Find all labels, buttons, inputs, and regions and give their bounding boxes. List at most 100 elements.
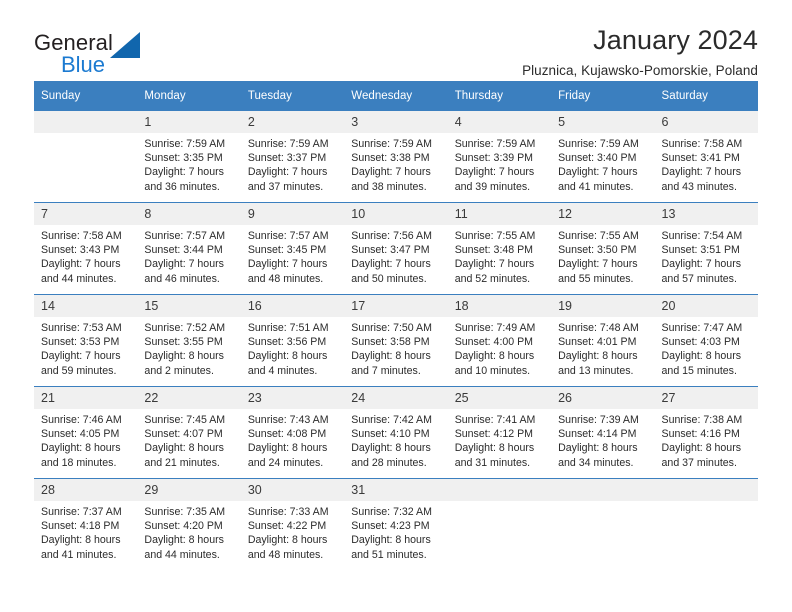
calendar-day-cell[interactable]: 18 Sunrise: 7:49 AM Sunset: 4:00 PM Dayligh… bbox=[447, 294, 552, 387]
page-subtitle: Pluznica, Kujawsko-Pomorskie, Poland bbox=[522, 63, 758, 79]
weekday-header-friday: Friday bbox=[551, 81, 655, 111]
calendar-day-cell[interactable]: 6 Sunrise: 7:58 AM Sunset: 3:41 PM Daylight… bbox=[654, 110, 758, 203]
calendar-week-row: 14 Sunrise: 7:53 AM Sunset: 3:53 PM Dayligh… bbox=[34, 294, 758, 387]
daylight-text-line1: Daylight: 8 hours bbox=[247, 350, 328, 363]
weekday-header-tuesday: Tuesday bbox=[240, 81, 345, 111]
sunrise-text: Sunrise: 7:57 AM bbox=[247, 230, 329, 242]
day-number: 13 bbox=[654, 203, 758, 225]
weekday-header-thursday: Thursday bbox=[447, 81, 552, 111]
sunrise-text: Sunrise: 7:52 AM bbox=[144, 322, 226, 334]
day-number: 18 bbox=[447, 295, 552, 317]
calendar-day-cell[interactable]: 17 Sunrise: 7:50 AM Sunset: 3:58 PM Dayligh… bbox=[344, 294, 448, 387]
daylight-text-line1: Daylight: 8 hours bbox=[144, 534, 224, 547]
sunset-text: Sunset: 4:23 PM bbox=[351, 520, 430, 533]
day-number: 21 bbox=[34, 387, 138, 409]
calendar-day-cell[interactable]: 12 Sunrise: 7:55 AM Sunset: 3:50 PM Dayligh… bbox=[551, 202, 655, 295]
sunset-text: Sunset: 3:58 PM bbox=[351, 336, 430, 349]
calendar-day-cell[interactable]: 13 Sunrise: 7:54 AM Sunset: 3:51 PM Dayligh… bbox=[654, 202, 758, 295]
calendar-day-cell[interactable]: 7 Sunrise: 7:58 AM Sunset: 3:43 PM Daylight… bbox=[34, 202, 138, 295]
daylight-text-line1: Daylight: 7 hours bbox=[454, 258, 535, 271]
day-details: Sunrise: 7:52 AM Sunset: 3:55 PM Daylight:… bbox=[137, 317, 240, 378]
sunrise-text: Sunrise: 7:45 AM bbox=[144, 414, 226, 426]
daylight-text-line2: and 7 minutes. bbox=[351, 364, 421, 377]
calendar-day-cell[interactable]: 10 Sunrise: 7:56 AM Sunset: 3:47 PM Dayligh… bbox=[344, 202, 448, 295]
calendar-header-row: Sunday Monday Tuesday Wednesday Thursday… bbox=[34, 81, 758, 111]
calendar-day-cell[interactable]: 5 Sunrise: 7:59 AM Sunset: 3:40 PM Daylight… bbox=[551, 110, 655, 203]
calendar-day-cell[interactable]: 27 Sunrise: 7:38 AM Sunset: 4:16 PM Dayligh… bbox=[654, 386, 758, 479]
calendar-day-cell[interactable]: 14 Sunrise: 7:53 AM Sunset: 3:53 PM Dayligh… bbox=[34, 294, 138, 387]
day-details: Sunrise: 7:59 AM Sunset: 3:37 PM Daylight:… bbox=[241, 133, 344, 194]
day-number: 20 bbox=[654, 295, 758, 317]
sunset-text: Sunset: 3:50 PM bbox=[558, 244, 637, 257]
calendar-cell-empty bbox=[654, 478, 758, 570]
calendar-day-cell[interactable]: 16 Sunrise: 7:51 AM Sunset: 3:56 PM Dayligh… bbox=[240, 294, 345, 387]
day-number: 11 bbox=[447, 203, 552, 225]
calendar-day-cell[interactable]: 1 Sunrise: 7:59 AM Sunset: 3:35 PM Daylight… bbox=[137, 110, 241, 203]
sunset-text: Sunset: 4:20 PM bbox=[144, 520, 223, 533]
day-number: 28 bbox=[34, 479, 138, 501]
sunset-text: Sunset: 3:47 PM bbox=[351, 244, 430, 257]
calendar-day-cell[interactable]: 11 Sunrise: 7:55 AM Sunset: 3:48 PM Dayligh… bbox=[447, 202, 552, 295]
daylight-text-line2: and 21 minutes. bbox=[144, 456, 220, 469]
calendar-day-cell[interactable]: 25 Sunrise: 7:41 AM Sunset: 4:12 PM Dayligh… bbox=[447, 386, 552, 479]
general-blue-logo[interactable]: General Blue bbox=[34, 26, 154, 82]
day-details: Sunrise: 7:41 AM Sunset: 4:12 PM Daylight:… bbox=[448, 409, 551, 470]
weekday-header-row: Sunday Monday Tuesday Wednesday Thursday… bbox=[34, 81, 758, 111]
daylight-text-line1: Daylight: 8 hours bbox=[661, 442, 742, 455]
calendar-day-cell[interactable]: 22 Sunrise: 7:45 AM Sunset: 4:07 PM Dayligh… bbox=[137, 386, 241, 479]
day-number: 31 bbox=[344, 479, 448, 501]
daylight-text-line1: Daylight: 8 hours bbox=[144, 442, 224, 455]
calendar-day-cell[interactable]: 8 Sunrise: 7:57 AM Sunset: 3:44 PM Daylight… bbox=[137, 202, 241, 295]
calendar-day-cell[interactable]: 29 Sunrise: 7:35 AM Sunset: 4:20 PM Dayligh… bbox=[137, 478, 241, 570]
calendar-day-cell[interactable]: 9 Sunrise: 7:57 AM Sunset: 3:45 PM Daylight… bbox=[240, 202, 345, 295]
sunset-text: Sunset: 3:41 PM bbox=[661, 152, 740, 165]
sunset-text: Sunset: 3:51 PM bbox=[661, 244, 740, 257]
daylight-text-line1: Daylight: 7 hours bbox=[247, 258, 328, 271]
weekday-header-monday: Monday bbox=[137, 81, 241, 111]
calendar-day-cell[interactable]: 15 Sunrise: 7:52 AM Sunset: 3:55 PM Dayligh… bbox=[137, 294, 241, 387]
calendar-day-cell[interactable]: 23 Sunrise: 7:43 AM Sunset: 4:08 PM Dayligh… bbox=[240, 386, 345, 479]
sunrise-text: Sunrise: 7:48 AM bbox=[558, 322, 639, 334]
daylight-text-line2: and 10 minutes. bbox=[454, 364, 531, 377]
sunrise-text: Sunrise: 7:56 AM bbox=[351, 230, 432, 242]
sunset-text: Sunset: 3:43 PM bbox=[41, 244, 120, 257]
daylight-text-line2: and 52 minutes. bbox=[454, 272, 531, 285]
calendar-day-cell[interactable]: 26 Sunrise: 7:39 AM Sunset: 4:14 PM Dayligh… bbox=[551, 386, 655, 479]
daylight-text-line1: Daylight: 8 hours bbox=[351, 534, 431, 547]
sunrise-text: Sunrise: 7:53 AM bbox=[41, 322, 122, 334]
day-number: 6 bbox=[654, 111, 758, 133]
day-details: Sunrise: 7:43 AM Sunset: 4:08 PM Daylight:… bbox=[241, 409, 344, 470]
day-number: 30 bbox=[240, 479, 345, 501]
calendar-week-row: 21 Sunrise: 7:46 AM Sunset: 4:05 PM Dayligh… bbox=[34, 386, 758, 479]
calendar-day-cell[interactable]: 21 Sunrise: 7:46 AM Sunset: 4:05 PM Dayligh… bbox=[34, 386, 138, 479]
day-number: 1 bbox=[137, 111, 241, 133]
daylight-text-line1: Daylight: 7 hours bbox=[41, 350, 121, 363]
day-details: Sunrise: 7:58 AM Sunset: 3:43 PM Daylight:… bbox=[34, 225, 137, 286]
day-details: Sunrise: 7:55 AM Sunset: 3:48 PM Daylight:… bbox=[448, 225, 551, 286]
calendar-day-cell[interactable]: 2 Sunrise: 7:59 AM Sunset: 3:37 PM Daylight… bbox=[240, 110, 345, 203]
calendar-day-cell[interactable]: 28 Sunrise: 7:37 AM Sunset: 4:18 PM Dayligh… bbox=[34, 478, 138, 570]
calendar-day-cell[interactable]: 4 Sunrise: 7:59 AM Sunset: 3:39 PM Daylight… bbox=[447, 110, 552, 203]
daylight-text-line2: and 38 minutes. bbox=[351, 180, 427, 193]
calendar-day-cell[interactable]: 30 Sunrise: 7:33 AM Sunset: 4:22 PM Dayligh… bbox=[240, 478, 345, 570]
calendar-day-cell[interactable]: 3 Sunrise: 7:59 AM Sunset: 3:38 PM Daylight… bbox=[344, 110, 448, 203]
daylight-text-line1: Daylight: 8 hours bbox=[351, 442, 431, 455]
daylight-text-line1: Daylight: 8 hours bbox=[351, 350, 431, 363]
day-details: Sunrise: 7:59 AM Sunset: 3:39 PM Daylight:… bbox=[448, 133, 551, 194]
daylight-text-line2: and 44 minutes. bbox=[41, 272, 117, 285]
calendar-day-cell[interactable]: 31 Sunrise: 7:32 AM Sunset: 4:23 PM Dayligh… bbox=[344, 478, 448, 570]
calendar-day-cell[interactable]: 20 Sunrise: 7:47 AM Sunset: 4:03 PM Dayligh… bbox=[654, 294, 758, 387]
sunrise-text: Sunrise: 7:50 AM bbox=[351, 322, 432, 334]
sunrise-text: Sunrise: 7:47 AM bbox=[661, 322, 743, 334]
daylight-text-line2: and 57 minutes. bbox=[661, 272, 737, 285]
daylight-text-line2: and 4 minutes. bbox=[247, 364, 318, 377]
sunrise-text: Sunrise: 7:59 AM bbox=[247, 138, 329, 150]
sunrise-text: Sunrise: 7:37 AM bbox=[41, 506, 122, 518]
calendar-day-cell[interactable]: 24 Sunrise: 7:42 AM Sunset: 4:10 PM Dayligh… bbox=[344, 386, 448, 479]
day-number: 5 bbox=[551, 111, 655, 133]
sunset-text: Sunset: 4:05 PM bbox=[41, 428, 120, 441]
calendar-day-cell[interactable]: 19 Sunrise: 7:48 AM Sunset: 4:01 PM Dayligh… bbox=[551, 294, 655, 387]
sunset-text: Sunset: 3:37 PM bbox=[247, 152, 327, 165]
weekday-header-wednesday: Wednesday bbox=[344, 81, 448, 111]
daylight-text-line2: and 51 minutes. bbox=[351, 548, 427, 561]
